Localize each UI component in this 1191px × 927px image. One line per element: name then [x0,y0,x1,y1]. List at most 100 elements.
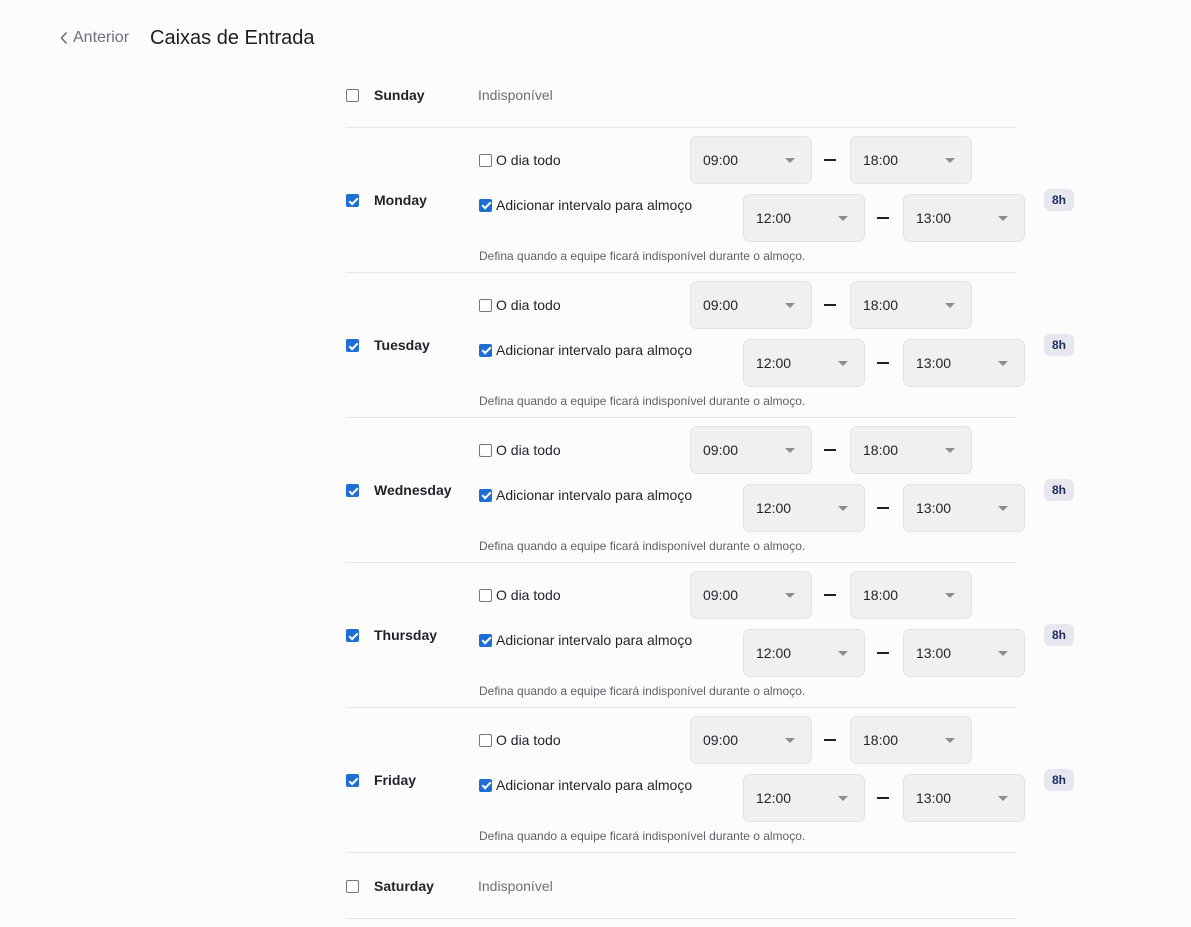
lunch-hint: Defina quando a equipe ficará indisponív… [479,684,806,698]
day-toggle-checkbox[interactable] [346,880,359,893]
caret-down-icon [945,448,955,453]
day-row-monday: Monday O dia todo 09:00 18:00 Adicionar … [346,128,1074,273]
all-day-checkbox[interactable] [479,153,492,167]
lunch-start-value: 12:00 [756,210,792,226]
back-button[interactable]: Anterior [60,29,129,47]
end-time-value: 18:00 [863,297,899,313]
end-time-value: 18:00 [863,442,899,458]
end-time-select[interactable]: 18:00 [850,136,972,184]
lunch-break-checkbox[interactable] [479,633,492,647]
all-day-option[interactable]: O dia todo [479,587,561,603]
range-dash [824,449,836,451]
day-toggle-checkbox[interactable] [346,339,359,352]
lunch-start-value: 12:00 [756,355,792,371]
start-time-value: 09:00 [703,587,739,603]
all-day-checkbox[interactable] [479,298,492,312]
end-time-select[interactable]: 18:00 [850,571,972,619]
all-day-option[interactable]: O dia todo [479,442,561,458]
all-day-checkbox[interactable] [479,588,492,602]
start-time-value: 09:00 [703,297,739,313]
start-time-value: 09:00 [703,732,739,748]
unavailable-status: Indisponível [478,878,553,894]
lunch-end-select[interactable]: 13:00 [903,774,1025,822]
day-toggle-checkbox[interactable] [346,629,359,642]
start-time-select[interactable]: 09:00 [690,716,812,764]
day-name: Wednesday [374,482,452,498]
caret-down-icon [785,593,795,598]
lunch-end-value: 13:00 [916,355,952,371]
start-time-select[interactable]: 09:00 [690,571,812,619]
lunch-end-select[interactable]: 13:00 [903,629,1025,677]
caret-down-icon [785,303,795,308]
all-day-option[interactable]: O dia todo [479,297,561,313]
end-time-value: 18:00 [863,732,899,748]
lunch-end-select[interactable]: 13:00 [903,339,1025,387]
day-toggle-checkbox[interactable] [346,89,359,102]
all-day-option[interactable]: O dia todo [479,732,561,748]
all-day-option[interactable]: O dia todo [479,152,561,168]
lunch-start-select[interactable]: 12:00 [743,194,865,242]
caret-down-icon [785,158,795,163]
day-row-saturday: Saturday Indisponível [346,853,1017,919]
caret-down-icon [838,361,848,366]
lunch-break-option[interactable]: Adicionar intervalo para almoço [479,342,692,358]
lunch-start-select[interactable]: 12:00 [743,339,865,387]
lunch-break-checkbox[interactable] [479,778,492,792]
lunch-break-label: Adicionar intervalo para almoço [496,342,693,358]
end-time-select[interactable]: 18:00 [850,426,972,474]
all-day-checkbox[interactable] [479,733,492,747]
lunch-break-option[interactable]: Adicionar intervalo para almoço [479,197,692,213]
caret-down-icon [945,158,955,163]
start-time-select[interactable]: 09:00 [690,426,812,474]
caret-down-icon [998,216,1008,221]
lunch-break-option[interactable]: Adicionar intervalo para almoço [479,777,692,793]
lunch-end-value: 13:00 [916,500,952,516]
caret-down-icon [785,448,795,453]
lunch-end-select[interactable]: 13:00 [903,484,1025,532]
business-hours-schedule: Sunday Indisponível Monday O dia todo 09… [346,62,1076,919]
day-toggle-checkbox[interactable] [346,774,359,787]
lunch-start-select[interactable]: 12:00 [743,774,865,822]
lunch-hint: Defina quando a equipe ficará indisponív… [479,829,806,843]
page-title: Caixas de Entrada [150,27,315,49]
lunch-hint: Defina quando a equipe ficará indisponív… [479,394,806,408]
day-row-friday: Friday O dia todo 09:00 18:00 Adicionar … [346,708,1074,853]
caret-down-icon [838,506,848,511]
back-label: Anterior [73,29,130,46]
caret-down-icon [998,361,1008,366]
day-toggle-checkbox[interactable] [346,194,359,207]
range-dash [877,507,889,509]
page-header: Anterior Caixas de Entrada [60,24,315,52]
all-day-label: O dia todo [496,297,561,313]
unavailable-status: Indisponível [478,87,553,103]
start-time-select[interactable]: 09:00 [690,281,812,329]
lunch-start-value: 12:00 [756,500,792,516]
caret-down-icon [998,506,1008,511]
lunch-start-select[interactable]: 12:00 [743,629,865,677]
lunch-break-checkbox[interactable] [479,488,492,502]
all-day-checkbox[interactable] [479,443,492,457]
lunch-break-label: Adicionar intervalo para almoço [496,632,693,648]
range-dash [824,304,836,306]
end-time-select[interactable]: 18:00 [850,281,972,329]
lunch-break-label: Adicionar intervalo para almoço [496,197,693,213]
lunch-end-value: 13:00 [916,210,952,226]
lunch-break-option[interactable]: Adicionar intervalo para almoço [479,487,692,503]
day-row-sunday: Sunday Indisponível [346,62,1017,128]
hours-badge: 8h [1044,334,1074,356]
day-name: Tuesday [374,337,430,353]
end-time-select[interactable]: 18:00 [850,716,972,764]
lunch-break-checkbox[interactable] [479,343,492,357]
day-toggle-checkbox[interactable] [346,484,359,497]
caret-down-icon [998,796,1008,801]
day-name: Monday [374,192,427,208]
lunch-break-checkbox[interactable] [479,198,492,212]
lunch-break-option[interactable]: Adicionar intervalo para almoço [479,632,692,648]
range-dash [824,159,836,161]
lunch-break-label: Adicionar intervalo para almoço [496,487,693,503]
lunch-end-select[interactable]: 13:00 [903,194,1025,242]
lunch-start-value: 12:00 [756,645,792,661]
all-day-label: O dia todo [496,442,561,458]
start-time-select[interactable]: 09:00 [690,136,812,184]
lunch-start-select[interactable]: 12:00 [743,484,865,532]
